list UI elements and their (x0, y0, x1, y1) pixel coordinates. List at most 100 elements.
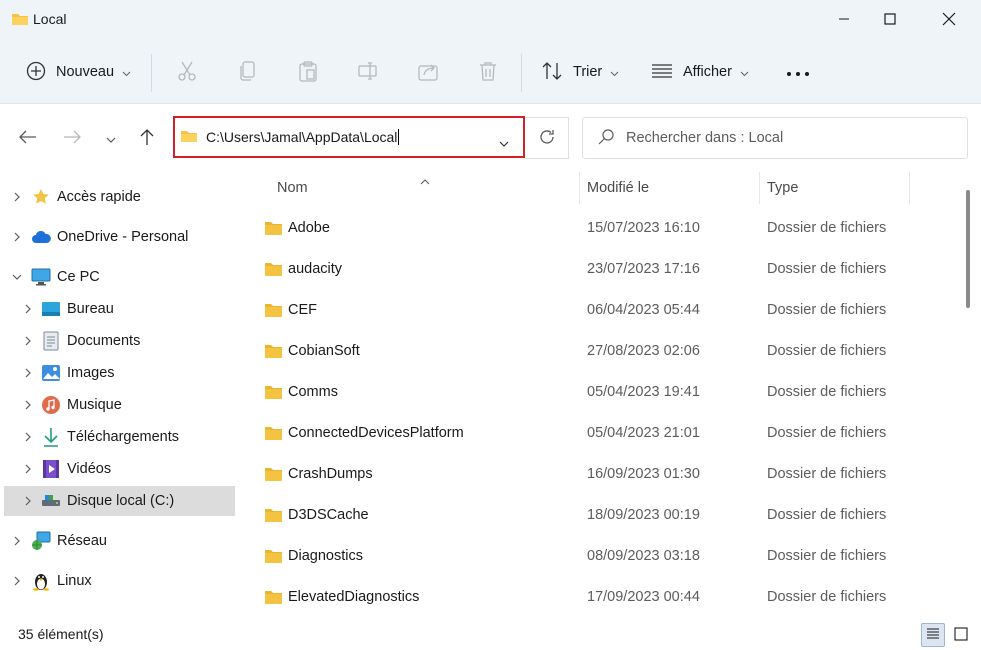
refresh-button[interactable] (525, 117, 569, 159)
sidebar-item-onedrive[interactable]: OneDrive - Personal (4, 222, 235, 252)
table-row[interactable]: Comms 05/04/2023 19:41 Dossier de fichiers (238, 373, 958, 414)
scrollbar-thumb[interactable] (966, 190, 970, 308)
file-name: CrashDumps (288, 466, 373, 482)
chevron-right-icon[interactable] (10, 534, 24, 548)
chevron-right-icon[interactable] (21, 430, 35, 444)
more-button[interactable] (786, 50, 810, 94)
file-name: CEF (288, 302, 317, 318)
chevron-down-icon[interactable] (499, 134, 509, 150)
sidebar-item-downloads[interactable]: Téléchargements (4, 422, 235, 452)
chevron-right-icon[interactable] (10, 574, 24, 588)
file-modified-date: 27/08/2023 02:06 (587, 343, 700, 359)
tiles-view-icon (954, 626, 968, 644)
documents-icon (41, 331, 61, 351)
music-icon (41, 395, 61, 415)
column-header-name[interactable]: Nom (277, 172, 577, 204)
sidebar-item-label: Accès rapide (57, 189, 141, 205)
table-row[interactable]: CobianSoft 27/08/2023 02:06 Dossier de fic… (238, 332, 958, 373)
chevron-right-icon[interactable] (10, 230, 24, 244)
up-button[interactable] (132, 120, 162, 156)
folder-icon (264, 548, 283, 568)
chevron-down-icon (740, 64, 749, 80)
table-row[interactable]: D3DSCache 18/09/2023 00:19 Dossier de fich… (238, 496, 958, 537)
recent-locations-button[interactable] (96, 120, 126, 156)
vertical-scrollbar[interactable] (962, 172, 981, 620)
table-row[interactable]: CrashDumps 16/09/2023 01:30 Dossier de fic… (238, 455, 958, 496)
chevron-right-icon[interactable] (21, 494, 35, 508)
column-header-modified[interactable]: Modifié le (587, 172, 757, 204)
file-name: Comms (288, 384, 338, 400)
file-modified-date: 05/04/2023 19:41 (587, 384, 700, 400)
refresh-icon (538, 128, 556, 149)
toolbar-separator (521, 54, 522, 92)
chevron-right-icon[interactable] (21, 398, 35, 412)
table-row[interactable]: CEF 06/04/2023 05:44 Dossier de fichiers (238, 291, 958, 332)
rename-button[interactable] (357, 50, 379, 94)
sidebar-item-documents[interactable]: Documents (4, 326, 235, 356)
table-row[interactable]: ElevatedDiagnostics 17/09/2023 00:44 Dossi… (238, 578, 958, 619)
minimize-button[interactable] (821, 0, 867, 40)
command-bar: Nouveau Trier Afficher (0, 40, 981, 104)
chevron-down-icon (106, 130, 116, 146)
sidebar-item-desktop[interactable]: Bureau (4, 294, 235, 324)
column-header-type[interactable]: Type (767, 172, 907, 204)
search-box[interactable] (582, 117, 968, 159)
folder-icon (264, 261, 283, 281)
sidebar-item-quick-access[interactable]: Accès rapide (4, 182, 235, 212)
linux-icon (31, 571, 51, 591)
sidebar-item-videos[interactable]: Vidéos (4, 454, 235, 484)
sidebar-item-local-disk[interactable]: Disque local (C:) (4, 486, 235, 516)
table-row[interactable]: audacity 23/07/2023 17:16 Dossier de fichi… (238, 250, 958, 291)
cut-button[interactable] (176, 50, 198, 94)
sidebar-item-music[interactable]: Musique (4, 390, 235, 420)
tiles-view-button[interactable] (949, 623, 973, 647)
copy-button[interactable] (237, 50, 259, 94)
paste-button[interactable] (297, 50, 319, 94)
table-row[interactable]: ConnectedDevicesPlatform 05/04/2023 21:01… (238, 414, 958, 455)
star-icon (31, 187, 51, 207)
more-icon (786, 64, 810, 80)
details-view-button[interactable] (921, 623, 945, 647)
sidebar-item-this-pc[interactable]: Ce PC (4, 262, 235, 292)
maximize-button[interactable] (867, 0, 913, 40)
title-bar: Local (0, 0, 981, 40)
chevron-right-icon[interactable] (10, 190, 24, 204)
close-button[interactable] (926, 0, 972, 40)
folder-icon (180, 128, 198, 147)
chevron-right-icon[interactable] (21, 366, 35, 380)
sidebar-item-label: Images (67, 365, 115, 381)
sidebar-item-label: Bureau (67, 301, 114, 317)
file-type: Dossier de fichiers (767, 507, 887, 523)
sidebar-item-label: Musique (67, 397, 122, 413)
address-path[interactable]: C:\Users\Jamal\AppData\Local (206, 129, 400, 145)
sort-button[interactable]: Trier (541, 50, 619, 94)
network-icon (31, 531, 51, 551)
sidebar-item-label: Téléchargements (67, 429, 180, 445)
address-bar[interactable]: C:\Users\Jamal\AppData\Local (173, 116, 525, 158)
sidebar-item-linux[interactable]: Linux (4, 566, 235, 596)
column-separator[interactable] (909, 172, 910, 204)
forward-button[interactable] (57, 120, 87, 156)
folder-icon (264, 507, 283, 527)
download-icon (41, 427, 61, 447)
sidebar-item-network[interactable]: Réseau (4, 526, 235, 556)
chevron-down-icon[interactable] (10, 270, 24, 284)
column-separator[interactable] (759, 172, 760, 204)
file-modified-date: 08/09/2023 03:18 (587, 548, 700, 564)
navigation-pane: Accès rapide OneDrive - Personal Ce PC B… (0, 172, 238, 620)
share-button[interactable] (417, 50, 439, 94)
table-row[interactable]: Diagnostics 08/09/2023 03:18 Dossier de fi… (238, 537, 958, 578)
delete-button[interactable] (477, 50, 499, 94)
chevron-right-icon[interactable] (21, 302, 35, 316)
view-button[interactable]: Afficher (651, 50, 749, 94)
back-button[interactable] (13, 120, 43, 156)
chevron-right-icon[interactable] (21, 462, 35, 476)
rename-icon (357, 60, 379, 85)
sidebar-item-label: Linux (57, 573, 92, 589)
sidebar-item-images[interactable]: Images (4, 358, 235, 388)
table-row[interactable]: Adobe 15/07/2023 16:10 Dossier de fichiers (238, 209, 958, 250)
search-input[interactable] (626, 130, 946, 146)
chevron-right-icon[interactable] (21, 334, 35, 348)
new-button[interactable]: Nouveau (26, 50, 131, 94)
column-separator[interactable] (579, 172, 580, 204)
